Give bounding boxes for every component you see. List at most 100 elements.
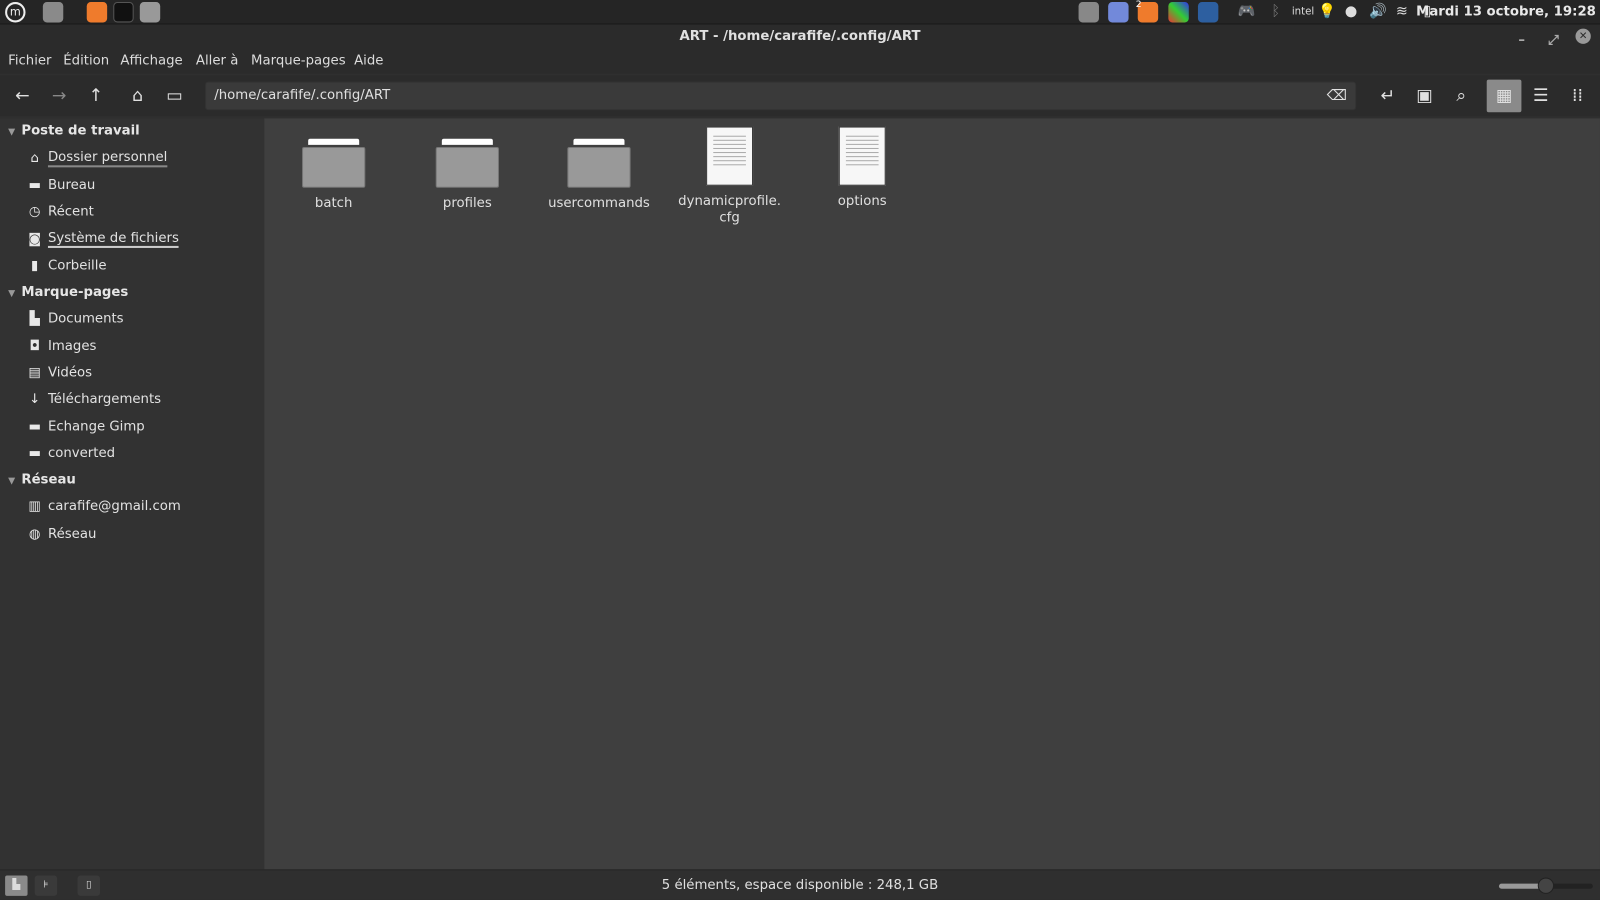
sidebar-item-documents[interactable]: ▙ Documents bbox=[27, 311, 124, 326]
sidebar-item-recent[interactable]: ◷ Récent bbox=[27, 204, 94, 219]
arrow-up-icon: ↑ bbox=[88, 85, 104, 107]
status-bar: ▙ ⊧ ▯ 5 éléments, espace disponible : 24… bbox=[0, 869, 1600, 900]
folder-icon: ▬ bbox=[28, 445, 41, 462]
intel-icon[interactable]: intel bbox=[1292, 6, 1314, 17]
volume-icon[interactable]: 🔊 bbox=[1369, 3, 1387, 19]
toggle-location-button[interactable]: ↵ bbox=[1371, 81, 1404, 112]
sidebar-item-label: carafife@gmail.com bbox=[47, 498, 181, 515]
window-count-badge: 2 bbox=[1135, 0, 1142, 11]
camera-icon: ◘ bbox=[29, 338, 40, 355]
sidebar-item-downloads[interactable]: ↓ Téléchargements bbox=[27, 392, 162, 407]
toolbar: ← → ↑ ⌂ ▭ /home/carafife/.config/ART ⌫ ↵ … bbox=[0, 75, 1600, 117]
download-icon: ↓ bbox=[29, 391, 41, 408]
terminal-launcher-icon[interactable] bbox=[113, 2, 134, 23]
sidebar-item-videos[interactable]: ▤ Vidéos bbox=[27, 365, 92, 380]
sidebar-item-gmail[interactable]: ▥ carafife@gmail.com bbox=[27, 499, 181, 514]
forward-button[interactable]: → bbox=[43, 81, 76, 112]
sidebar-item-filesystem[interactable]: ◙ Système de fichiers bbox=[27, 231, 179, 248]
list-view-button[interactable]: ☰ bbox=[1524, 81, 1557, 112]
clear-location-icon[interactable]: ⌫ bbox=[1327, 83, 1347, 110]
sidebar-item-label: Téléchargements bbox=[47, 391, 162, 408]
expand-triangle-icon: ▼ bbox=[8, 127, 16, 138]
window-titlebar[interactable]: ART - /home/carafife/.config/ART – ⤢ ✕ bbox=[0, 24, 1600, 49]
server-icon: ▥ bbox=[28, 498, 41, 515]
section-poste-de-travail[interactable]: ▼ Poste de travail bbox=[8, 123, 140, 138]
file-name: usercommands bbox=[548, 195, 650, 212]
menu-bar: Fichier Édition Affichage Aller à Marque… bbox=[0, 48, 1600, 74]
taskbar-firefox-icon[interactable]: 2 bbox=[1135, 0, 1159, 23]
sidebar-item-label: Images bbox=[47, 338, 97, 355]
taskbar-nemo-icon[interactable] bbox=[1078, 2, 1099, 23]
file-name: profiles bbox=[442, 195, 492, 212]
sidebar-item-desktop[interactable]: ▬ Bureau bbox=[27, 177, 95, 193]
up-button[interactable]: ↑ bbox=[80, 81, 113, 112]
icon-view-button[interactable]: ▦ bbox=[1486, 79, 1522, 113]
new-folder-button[interactable]: ▣ bbox=[1408, 81, 1441, 112]
sidebar-item-converted[interactable]: ▬ converted bbox=[27, 445, 115, 462]
zoom-slider-handle[interactable] bbox=[1537, 877, 1555, 894]
menu-edition[interactable]: Édition bbox=[63, 49, 109, 73]
redshift-icon[interactable]: 💡 bbox=[1318, 3, 1336, 19]
file-view: batch profiles usercommands dynamicprofi… bbox=[264, 118, 1600, 870]
sidebar-item-trash[interactable]: ▮ Corbeille bbox=[27, 258, 107, 273]
user-icon[interactable]: ● bbox=[1345, 3, 1357, 19]
home-icon: ⌂ bbox=[30, 151, 39, 167]
sidebar-item-label: Echange Gimp bbox=[47, 419, 145, 435]
menu-fichier[interactable]: Fichier bbox=[8, 49, 51, 73]
file-name: dynamicprofile. cfg bbox=[678, 193, 782, 226]
grid-icon: ▦ bbox=[1495, 85, 1513, 107]
desktop-icon: ▬ bbox=[28, 177, 41, 193]
computer-button[interactable]: ▭ bbox=[158, 81, 191, 112]
zoom-slider[interactable] bbox=[1498, 877, 1593, 894]
file-item-options[interactable]: options bbox=[801, 122, 923, 210]
section-title: Marque-pages bbox=[21, 284, 129, 300]
menu-affichage[interactable]: Affichage bbox=[120, 49, 182, 73]
compact-view-button[interactable]: ⁞⁞ bbox=[1561, 81, 1594, 112]
arrow-left-icon: ← bbox=[15, 85, 30, 107]
wifi-icon[interactable]: ≋ bbox=[1396, 3, 1408, 19]
window-title: ART - /home/carafife/.config/ART bbox=[679, 28, 921, 44]
file-item-profiles[interactable]: profiles bbox=[406, 129, 528, 213]
search-button[interactable]: ⌕ bbox=[1445, 81, 1478, 112]
taskbar-screenshot-icon[interactable] bbox=[1197, 2, 1219, 23]
sidebar-item-network[interactable]: ◍ Réseau bbox=[27, 526, 97, 542]
sidebar-item-label: Dossier personnel bbox=[47, 150, 168, 168]
section-marque-pages[interactable]: ▼ Marque-pages bbox=[8, 285, 128, 300]
folder-icon: ▬ bbox=[28, 419, 41, 435]
sidebar-item-echange-gimp[interactable]: ▬ Echange Gimp bbox=[27, 419, 145, 435]
firefox-launcher-icon[interactable] bbox=[86, 2, 108, 23]
file-item-usercommands[interactable]: usercommands bbox=[538, 129, 660, 213]
compact-icon: ⁞⁞ bbox=[1572, 85, 1584, 107]
file-item-batch[interactable]: batch bbox=[272, 129, 394, 213]
globe-icon: ◍ bbox=[28, 526, 41, 542]
close-button[interactable]: ✕ bbox=[1575, 28, 1591, 44]
system-panel: m 2 🎮 ᛒ intel 💡 ● 🔊 ≋ ▯ Mardi 13 octobre… bbox=[0, 0, 1600, 25]
sidebar-item-label: Corbeille bbox=[47, 258, 107, 274]
file-name: batch bbox=[314, 195, 353, 212]
status-text: 5 éléments, espace disponible : 248,1 GB bbox=[661, 877, 939, 893]
bluetooth-icon[interactable]: ᛒ bbox=[1271, 3, 1280, 19]
menu-aller[interactable]: Aller à bbox=[196, 49, 238, 73]
taskbar-art-icon[interactable] bbox=[1168, 2, 1189, 23]
mint-menu-icon[interactable]: m bbox=[5, 2, 26, 23]
menu-marque-pages[interactable]: Marque-pages bbox=[251, 49, 346, 73]
file-name: options bbox=[837, 193, 887, 210]
location-input[interactable]: /home/carafife/.config/ART ⌫ bbox=[205, 81, 1357, 111]
menu-aide[interactable]: Aide bbox=[354, 49, 383, 73]
taskbar-discord-icon[interactable] bbox=[1108, 2, 1129, 23]
sidebar-item-label: Réseau bbox=[47, 526, 97, 542]
section-reseau[interactable]: ▼ Réseau bbox=[8, 472, 76, 487]
sidebar-item-home[interactable]: ⌂ Dossier personnel bbox=[27, 150, 168, 168]
home-button[interactable]: ⌂ bbox=[121, 81, 154, 112]
discord-tray-icon[interactable]: 🎮 bbox=[1238, 3, 1256, 19]
clock[interactable]: Mardi 13 octobre, 19:28 bbox=[1416, 4, 1596, 19]
folder-icon bbox=[567, 138, 631, 188]
files-launcher-icon[interactable] bbox=[139, 2, 161, 23]
show-desktop-icon[interactable] bbox=[42, 2, 64, 23]
folder-icon bbox=[302, 138, 366, 188]
sidebar: ▼ Poste de travail ⌂ Dossier personnel ▬ Bu… bbox=[0, 118, 265, 870]
section-title: Poste de travail bbox=[21, 123, 140, 139]
sidebar-item-images[interactable]: ◘ Images bbox=[27, 338, 97, 355]
back-button[interactable]: ← bbox=[6, 81, 39, 112]
file-item-dynamicprofile[interactable]: dynamicprofile. cfg bbox=[668, 122, 790, 226]
